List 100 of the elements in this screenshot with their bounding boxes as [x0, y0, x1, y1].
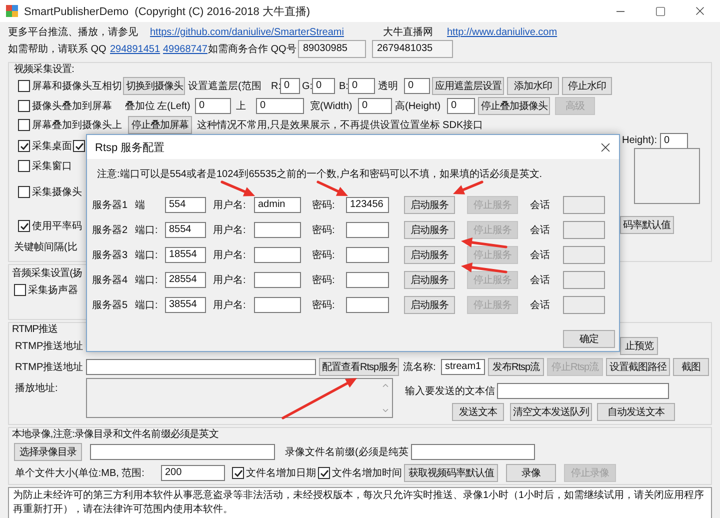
text-field[interactable] — [254, 297, 301, 313]
button[interactable]: 录像 — [506, 464, 556, 482]
button[interactable]: 获取视频码率默认值 — [404, 464, 498, 482]
label: 关键帧间隔(比 — [14, 240, 78, 254]
text-field[interactable]: 0 — [358, 98, 392, 114]
checkbox[interactable] — [18, 80, 30, 92]
checkbox[interactable] — [18, 220, 30, 232]
text-field[interactable]: 28554 — [165, 272, 206, 288]
checkbox-label: 采集桌面 — [32, 140, 72, 153]
label: 如需商务合作 QQ号 — [208, 42, 296, 56]
session-field — [563, 221, 605, 239]
button[interactable]: 启动服务 — [404, 296, 455, 314]
button[interactable]: 截图 — [673, 358, 709, 376]
button[interactable]: 设置截图路径 — [606, 358, 670, 376]
label: 会话 — [530, 248, 550, 262]
checkbox[interactable] — [18, 186, 30, 198]
label: 大牛直播网 — [383, 26, 433, 39]
text-field[interactable] — [90, 444, 275, 460]
text-field[interactable]: stream1 — [441, 358, 485, 374]
label: 端口: — [135, 248, 158, 262]
group-title: 音频采集设置(扬 — [12, 266, 82, 280]
maximize-icon[interactable] — [654, 6, 666, 16]
text-field[interactable]: 123456 — [346, 197, 389, 213]
button[interactable]: 启动服务 — [404, 221, 455, 239]
button[interactable]: 发送文本 — [452, 403, 504, 421]
text-field[interactable]: 18554 — [165, 247, 206, 263]
button[interactable]: 应用遮盖层设置 — [432, 77, 504, 95]
annotation-arrow — [461, 262, 508, 274]
checkbox[interactable] — [18, 119, 30, 131]
button[interactable]: 清空文本发送队列 — [510, 403, 592, 421]
text-field[interactable] — [346, 222, 389, 238]
button[interactable]: 启动服务 — [404, 271, 455, 289]
text-field[interactable]: 0 — [348, 78, 375, 94]
text-field[interactable] — [411, 444, 535, 460]
text-field[interactable] — [254, 247, 301, 263]
label: 叠加位 — [125, 100, 155, 113]
label: 端口: — [135, 298, 158, 312]
button[interactable]: 停止叠加屏幕 — [128, 116, 192, 134]
text-field[interactable]: 554 — [165, 197, 206, 213]
ok-button[interactable]: 确定 — [563, 330, 615, 348]
button[interactable]: 添加水印 — [507, 77, 559, 95]
link[interactable]: http://www.daniulive.com — [447, 26, 558, 38]
checkbox-label: 屏幕叠加到摄像头上 — [32, 118, 122, 132]
text-field[interactable]: admin — [254, 197, 301, 213]
preview-panel — [634, 148, 700, 204]
button[interactable]: 切换到摄像头 — [123, 77, 185, 95]
text-field[interactable]: 0 — [404, 78, 430, 94]
button[interactable]: 启动服务 — [404, 246, 455, 264]
label: 密码: — [312, 198, 335, 212]
text-field[interactable]: 0 — [312, 78, 335, 94]
text-field[interactable]: 0 — [660, 132, 688, 148]
label: 服务器4 — [92, 274, 128, 287]
app-icon — [5, 4, 19, 18]
checkbox[interactable] — [18, 100, 30, 112]
text-field[interactable]: 0 — [447, 98, 475, 114]
label: B: — [339, 80, 348, 92]
link[interactable]: 49968747 — [163, 44, 208, 54]
text-field[interactable]: 0 — [256, 98, 304, 114]
text-field[interactable] — [254, 272, 301, 288]
label: 会话 — [530, 298, 550, 312]
readonly-field: 89030985 — [298, 40, 366, 58]
button[interactable]: 停止水印 — [562, 77, 612, 95]
text-field[interactable]: 8554 — [165, 222, 206, 238]
checkbox-label: 文件名增加时间 — [332, 466, 402, 480]
checkbox[interactable] — [318, 467, 330, 479]
button[interactable]: 发布Rtsp流 — [488, 358, 544, 376]
label: 更多平台推流、播放，请参见 — [8, 26, 138, 39]
checkbox[interactable] — [73, 140, 85, 152]
text-field[interactable]: 200 — [161, 465, 225, 481]
button[interactable]: 选择录像目录 — [14, 443, 82, 461]
checkbox[interactable] — [18, 160, 30, 172]
button[interactable]: 启动服务 — [404, 196, 455, 214]
label: 密码: — [312, 248, 335, 262]
button[interactable]: 自动发送文本 — [597, 403, 675, 421]
text-field[interactable] — [497, 383, 669, 399]
button[interactable]: 止预览 — [620, 337, 658, 355]
notice-text: 为防止未经许可的第三方利用本软件从事恶意盗录等非法活动，未经授权版本，每次只允许实时推送、录像1小时（1小时后，如需继续试用，请关闭应用程序再重新打开），请在法律许可范围内使用本软件。 — [8, 487, 712, 518]
text-field[interactable] — [346, 297, 389, 313]
button[interactable]: 码率默认值 — [620, 216, 674, 234]
label: 端 — [135, 198, 145, 212]
label: 左(Left) — [157, 100, 190, 113]
text-field[interactable] — [86, 358, 316, 374]
button[interactable]: 配置查看Rtsp服务 — [319, 358, 399, 376]
text-field[interactable]: 38554 — [165, 297, 206, 313]
dialog-title: Rtsp 服务配置 — [95, 140, 165, 154]
label: 会话 — [530, 224, 550, 237]
checkbox-label: 采集窗口 — [32, 160, 72, 173]
checkbox[interactable] — [232, 467, 244, 479]
label: RTMP推送地址 — [15, 360, 84, 374]
text-field[interactable] — [346, 247, 389, 263]
text-field[interactable] — [254, 222, 301, 238]
link[interactable]: https://github.com/daniulive/SmarterStreami — [150, 26, 344, 38]
checkbox[interactable] — [14, 284, 26, 296]
text-field[interactable] — [346, 272, 389, 288]
text-field[interactable]: 0 — [195, 98, 231, 114]
checkbox[interactable] — [18, 140, 30, 152]
link[interactable]: 294891451 — [110, 44, 160, 54]
text-field[interactable]: 0 — [280, 78, 300, 94]
annotation-arrow — [220, 180, 255, 196]
button[interactable]: 停止叠加摄像头 — [478, 97, 550, 115]
